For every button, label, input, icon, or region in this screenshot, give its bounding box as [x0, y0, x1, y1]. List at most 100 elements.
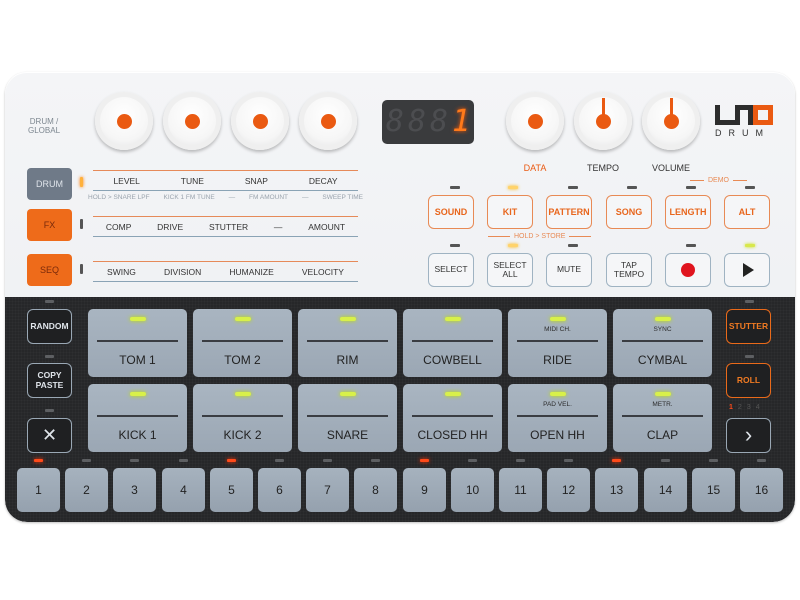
step-button[interactable]: 14 [644, 468, 687, 512]
step-button[interactable]: 8 [354, 468, 397, 512]
divider [93, 281, 358, 282]
select-label: SELECT [434, 264, 468, 275]
pad-divider [202, 415, 283, 417]
delete-button[interactable]: ✕ [27, 418, 72, 453]
pad-led [654, 317, 671, 321]
step-button[interactable]: 10 [451, 468, 494, 512]
legend-line [488, 236, 510, 237]
record-led [686, 244, 696, 247]
pad-divider [622, 415, 703, 417]
dash: — [301, 194, 309, 201]
step-led [130, 459, 139, 462]
pad-label: SNARE [326, 428, 369, 442]
drum-param-knob-1[interactable] [95, 92, 153, 150]
step-button[interactable]: 6 [258, 468, 301, 512]
tap-tempo-button[interactable]: TAP TEMPO [606, 253, 652, 287]
kit-button[interactable]: KIT [487, 195, 533, 229]
step-button[interactable]: 5 [210, 468, 253, 512]
pad-led [129, 392, 146, 396]
pad-label: CYMBAL [637, 353, 688, 367]
drum-pad[interactable]: SNARE [298, 384, 397, 452]
paste-label: PASTE [35, 379, 64, 390]
step-button[interactable]: 2 [65, 468, 108, 512]
display-digit-3: 8 [430, 104, 449, 139]
step-led [275, 459, 284, 462]
play-button[interactable] [724, 253, 770, 287]
stutter-button[interactable]: STUTTER [726, 309, 771, 344]
song-button[interactable]: SONG [606, 195, 652, 229]
song-led [627, 186, 637, 189]
select-all-button[interactable]: SELECT ALL [487, 253, 533, 287]
copy-paste-led [45, 355, 54, 358]
volume-knob[interactable] [642, 92, 700, 150]
tempo-knob[interactable] [574, 92, 632, 150]
drum-param-names: LEVEL TUNE SNAP DECAY [93, 171, 358, 190]
step-button[interactable]: 9 [403, 468, 446, 512]
pad-led [339, 317, 356, 321]
random-button[interactable]: RANDOM [27, 309, 72, 344]
mute-button[interactable]: MUTE [546, 253, 592, 287]
alt-led [745, 186, 755, 189]
roll-button[interactable]: ROLL [726, 363, 771, 398]
drum-pad[interactable]: KICK 1 [88, 384, 187, 452]
drum-pad[interactable]: COWBELL [403, 309, 502, 377]
drum-pad[interactable]: MIDI CH. RIDE [508, 309, 607, 377]
drum-pad[interactable]: RIM [298, 309, 397, 377]
step-button[interactable]: 16 [740, 468, 783, 512]
alt-button[interactable]: ALT [724, 195, 770, 229]
step-button[interactable]: 12 [547, 468, 590, 512]
drum-pad[interactable]: KICK 2 [193, 384, 292, 452]
step-button[interactable]: 15 [692, 468, 735, 512]
pad-alt-label: METR. [652, 401, 673, 408]
play-icon [743, 263, 754, 277]
drum-pad[interactable]: TOM 1 [88, 309, 187, 377]
select-all-led [508, 244, 518, 247]
step-led [468, 459, 477, 462]
drum-pad[interactable]: METR. CLAP [613, 384, 712, 452]
record-button[interactable] [665, 253, 711, 287]
data-knob[interactable] [506, 92, 564, 150]
param-velocity: VELOCITY [301, 267, 344, 277]
drum-param-knob-4[interactable] [299, 92, 357, 150]
drum-pad[interactable]: CLOSED HH [403, 384, 502, 452]
param-division: DIVISION [163, 267, 202, 277]
knob-indicator [185, 114, 200, 129]
sound-button[interactable]: SOUND [428, 195, 474, 229]
copy-paste-button[interactable]: COPY PASTE [27, 363, 72, 398]
knob-indicator [664, 114, 679, 129]
pad-alt-label: PAD VEL. [543, 401, 572, 408]
data-knob-label: DATA [523, 163, 547, 173]
next-page-button[interactable]: › [726, 418, 771, 453]
drum-param-knob-3[interactable] [231, 92, 289, 150]
drum-pad[interactable]: SYNC CYMBAL [613, 309, 712, 377]
pad-alt-label: SYNC [653, 326, 672, 333]
param-swing: SWING [107, 267, 136, 277]
pad-divider [97, 415, 178, 417]
step-button[interactable]: 11 [499, 468, 542, 512]
drum-pad[interactable]: TOM 2 [193, 309, 292, 377]
step-button[interactable]: 4 [162, 468, 205, 512]
drum-param-knob-2[interactable] [163, 92, 221, 150]
drum-param-row: LEVEL TUNE SNAP DECAY [93, 170, 358, 191]
divider [93, 236, 358, 237]
param-stutter: STUTTER [208, 222, 249, 232]
step-button[interactable]: 7 [306, 468, 349, 512]
seq-param-row: SWING DIVISION HUMANIZE VELOCITY [93, 261, 358, 282]
step-button[interactable]: 1 [17, 468, 60, 512]
param-level: LEVEL [113, 176, 140, 186]
param-comp: COMP [105, 222, 132, 232]
drum-mode-button[interactable]: DRUM [27, 168, 72, 200]
select-button[interactable]: SELECT [428, 253, 474, 287]
step-led [564, 459, 573, 462]
pad-label: TOM 2 [224, 353, 261, 367]
drum-pad[interactable]: PAD VEL. OPEN HH [508, 384, 607, 452]
pattern-button[interactable]: PATTERN [546, 195, 592, 229]
seq-mode-button[interactable]: SEQ [27, 254, 72, 286]
step-button[interactable]: 3 [113, 468, 156, 512]
pad-alt-label: MIDI CH. [544, 326, 571, 333]
step-button[interactable]: 13 [595, 468, 638, 512]
step-led [420, 459, 429, 462]
logo-n [735, 105, 753, 125]
length-button[interactable]: LENGTH [665, 195, 711, 229]
fx-mode-button[interactable]: FX [27, 209, 72, 241]
